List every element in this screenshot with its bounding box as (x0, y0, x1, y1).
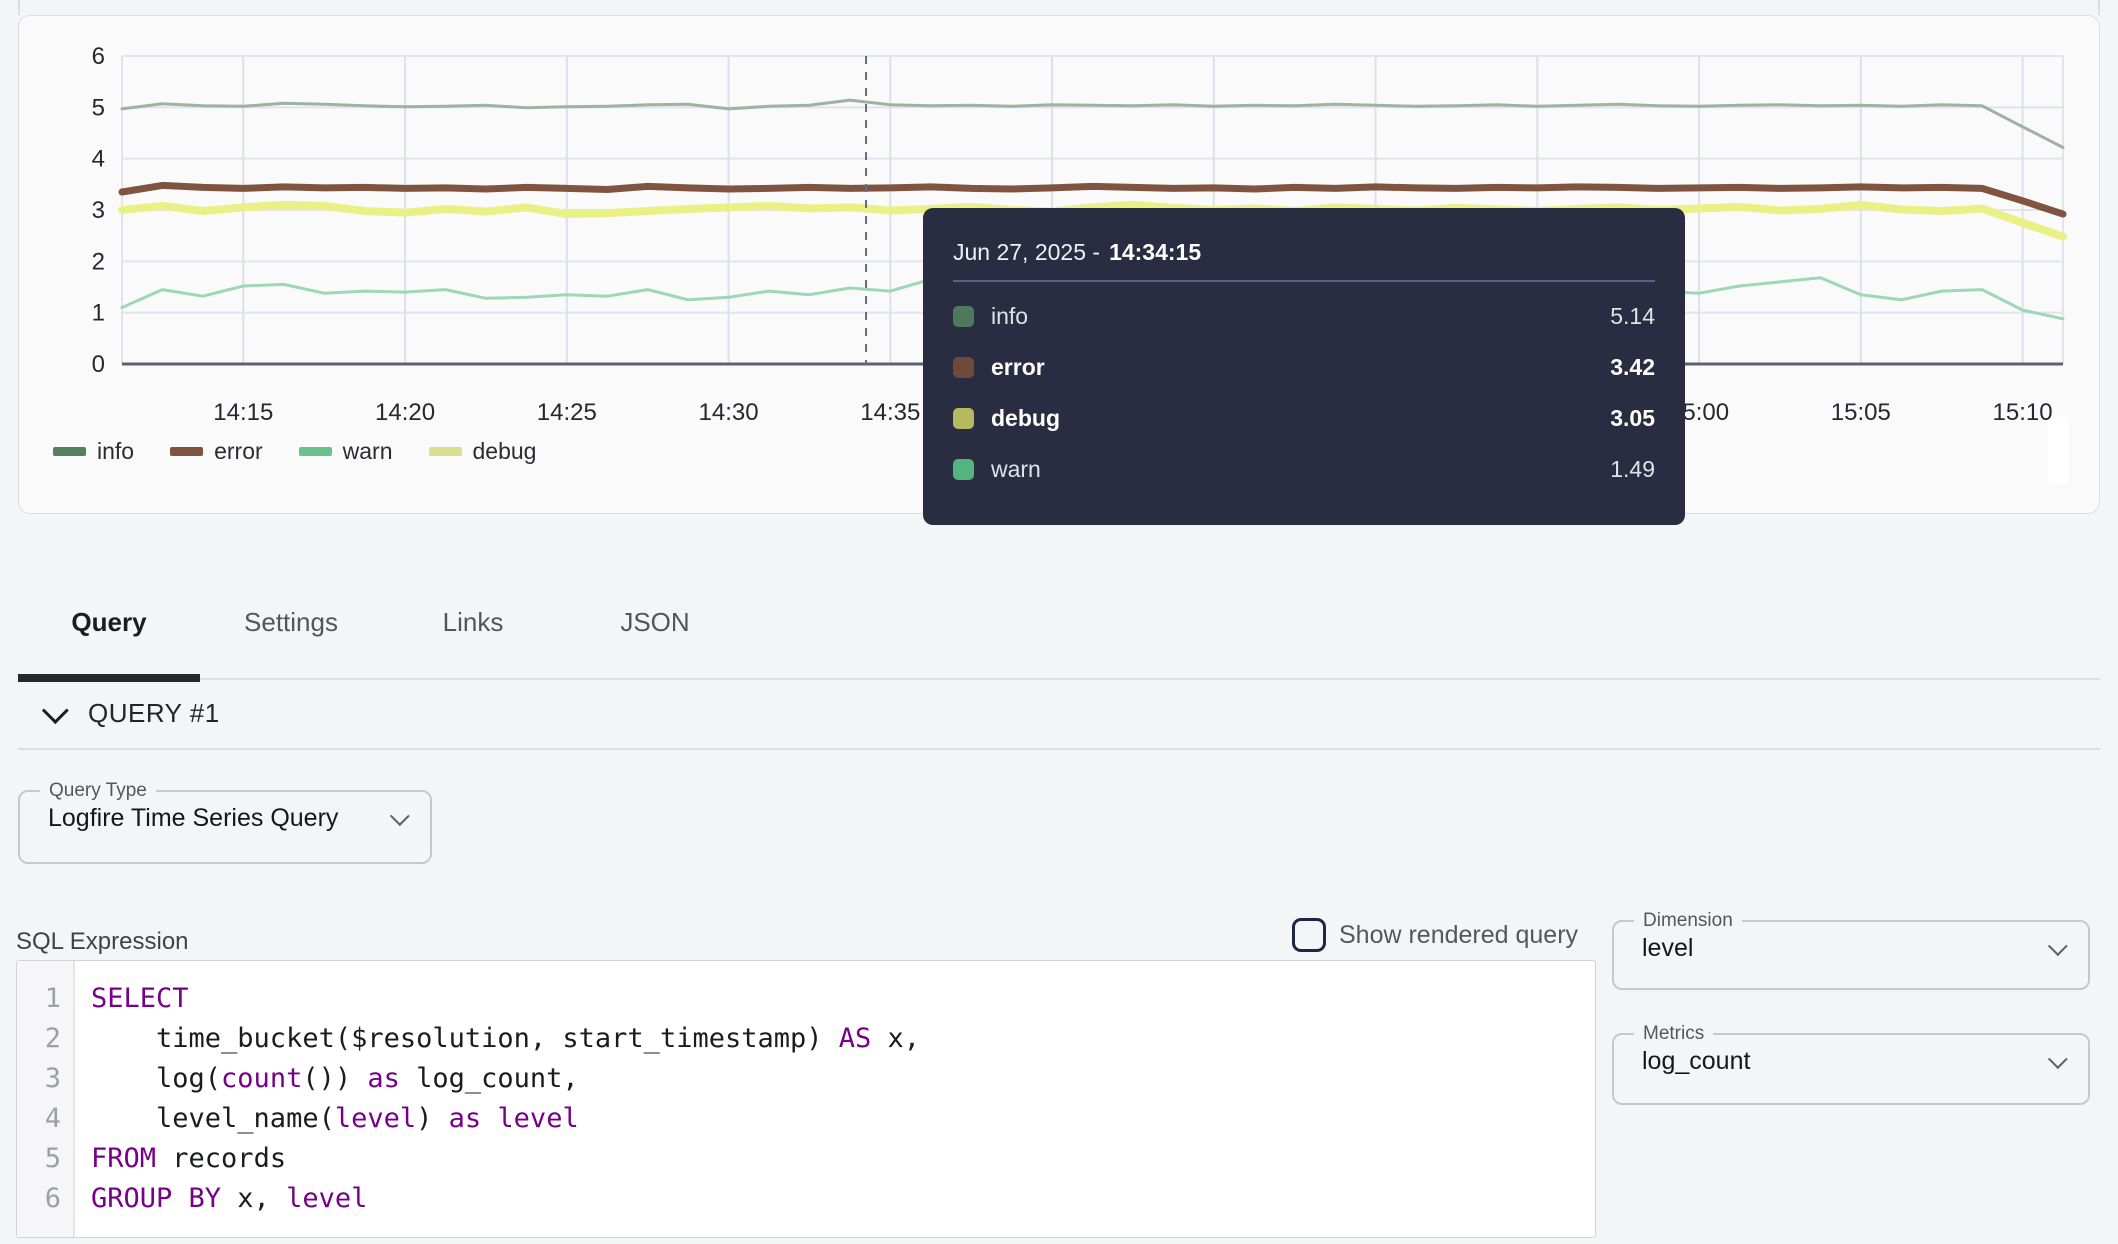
series-swatch (953, 357, 974, 378)
legend-swatch (299, 447, 332, 456)
svg-text:1: 1 (92, 300, 105, 327)
section-divider (18, 748, 2100, 750)
svg-text:14:20: 14:20 (375, 399, 435, 426)
tab-links[interactable]: Links (382, 566, 564, 678)
legend-swatch (170, 447, 203, 456)
series-swatch (953, 306, 974, 327)
line-number: 2 (17, 1019, 61, 1059)
legend-item-info[interactable]: info (53, 438, 134, 465)
metrics-select[interactable]: Metrics log_count (1612, 1023, 2090, 1105)
legend-item-warn[interactable]: warn (299, 438, 393, 465)
tooltip-row-error: error3.42 (953, 342, 1655, 393)
query-header-label: QUERY #1 (88, 698, 220, 729)
query-collapse-header[interactable]: QUERY #1 (43, 698, 220, 729)
tooltip-row-warn: warn1.49 (953, 444, 1655, 495)
sql-code[interactable]: SELECT time_bucket($resolution, start_ti… (75, 961, 1595, 1237)
sql-code-line: FROM records (91, 1139, 1595, 1179)
sql-expression-label: SQL Expression (16, 928, 189, 956)
sql-code-line: log(count()) as log_count, (91, 1059, 1595, 1099)
sql-code-line: level_name(level) as level (91, 1099, 1595, 1139)
panel-editor: 012345614:1514:2014:2514:3014:3514:4014:… (0, 0, 2118, 1244)
sql-code-line: SELECT (91, 979, 1595, 1019)
panel-border-stub-right (2098, 0, 2100, 15)
svg-text:14:35: 14:35 (860, 399, 920, 426)
legend-label: warn (343, 438, 393, 465)
query-type-label: Query Type (40, 780, 156, 802)
show-rendered-checkbox[interactable] (1292, 918, 1326, 952)
svg-text:14:30: 14:30 (699, 399, 759, 426)
legend-label: debug (473, 438, 537, 465)
legend-swatch (429, 447, 462, 456)
query-type-select[interactable]: Query Type Logfire Time Series Query (18, 780, 432, 864)
series-value: 3.42 (1610, 354, 1655, 381)
svg-text:15:10: 15:10 (1993, 399, 2053, 426)
svg-text:4: 4 (92, 146, 105, 173)
legend-item-error[interactable]: error (170, 438, 263, 465)
tooltip-row-info: info5.14 (953, 291, 1655, 342)
series-value: 3.05 (1610, 405, 1655, 432)
series-value: 5.14 (1610, 303, 1655, 330)
line-number-gutter: 123456 (17, 961, 75, 1237)
legend-item-debug[interactable]: debug (429, 438, 537, 465)
series-swatch (953, 408, 974, 429)
series-swatch (953, 459, 974, 480)
chevron-down-icon (42, 697, 69, 724)
tab-settings[interactable]: Settings (200, 566, 382, 678)
line-number: 5 (17, 1139, 61, 1179)
tooltip-separator (953, 280, 1655, 282)
series-label: warn (991, 456, 1610, 483)
chart-tooltip: Jun 27, 2025 - 14:34:15 info5.14error3.4… (923, 208, 1685, 525)
active-tab-indicator (18, 674, 200, 682)
show-rendered-label: Show rendered query (1339, 921, 1578, 950)
line-number: 4 (17, 1099, 61, 1139)
legend-label: error (214, 438, 263, 465)
dimension-label: Dimension (1634, 910, 1742, 932)
panel-border-stub-left (18, 0, 20, 15)
legend-label: info (97, 438, 134, 465)
svg-text:0: 0 (92, 351, 105, 378)
tooltip-row-debug: debug3.05 (953, 393, 1655, 444)
svg-text:3: 3 (92, 197, 105, 224)
line-number: 3 (17, 1059, 61, 1099)
tab-json[interactable]: JSON (564, 566, 746, 678)
chart-legend: info error warn debug (53, 438, 536, 465)
tooltip-series-rows: info5.14error3.42debug3.05warn1.49 (953, 291, 1655, 495)
series-label: debug (991, 405, 1610, 432)
tab-query[interactable]: Query (18, 566, 200, 678)
series-value: 1.49 (1610, 456, 1655, 483)
metrics-value: log_count (1642, 1047, 1750, 1076)
chevron-down-icon (2048, 936, 2068, 956)
legend-swatch (53, 447, 86, 456)
svg-text:15:05: 15:05 (1831, 399, 1891, 426)
tooltip-timestamp: Jun 27, 2025 - 14:34:15 (953, 208, 1655, 272)
series-label: info (991, 303, 1610, 330)
metrics-label: Metrics (1634, 1023, 1713, 1045)
sql-code-editor[interactable]: 123456 SELECT time_bucket($resolution, s… (16, 960, 1596, 1238)
show-rendered-query-control[interactable]: Show rendered query (1292, 918, 1578, 952)
chevron-down-icon (2048, 1049, 2068, 1069)
query-type-value: Logfire Time Series Query (48, 804, 338, 833)
svg-text:14:25: 14:25 (537, 399, 597, 426)
sql-code-line: time_bucket($resolution, start_timestamp… (91, 1019, 1595, 1059)
series-label: error (991, 354, 1610, 381)
dimension-select[interactable]: Dimension level (1612, 910, 2090, 990)
line-number: 6 (17, 1179, 61, 1219)
sql-code-line: GROUP BY x, level (91, 1179, 1595, 1219)
tooltip-time: 14:34:15 (1109, 239, 1201, 266)
line-number: 1 (17, 979, 61, 1019)
chevron-down-icon (390, 806, 410, 826)
svg-text:6: 6 (92, 43, 105, 70)
tooltip-date: Jun 27, 2025 - (953, 239, 1100, 266)
dimension-value: level (1642, 934, 1693, 963)
svg-text:5: 5 (92, 94, 105, 121)
scrollbar-thumb[interactable] (2048, 417, 2069, 484)
editor-tabs: Query Settings Links JSON (18, 566, 2100, 680)
svg-text:14:15: 14:15 (213, 399, 273, 426)
svg-text:2: 2 (92, 248, 105, 275)
